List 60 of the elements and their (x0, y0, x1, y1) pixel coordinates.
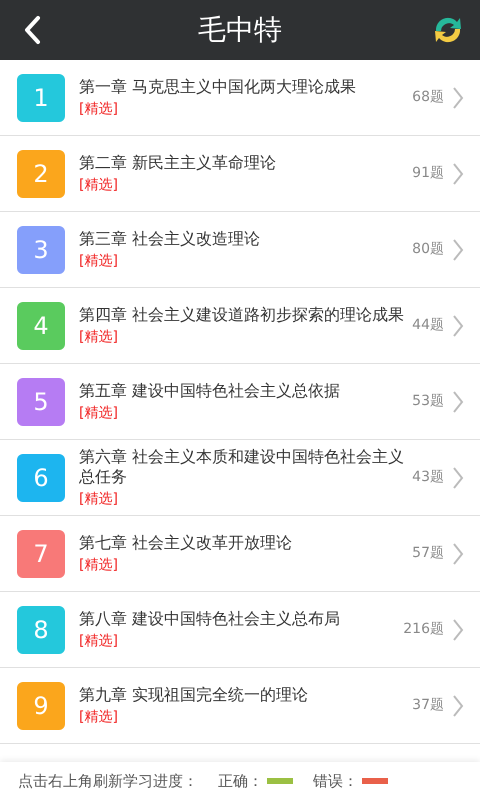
chapter-title: 第五章 建设中国特色社会主义总依据 (79, 380, 342, 400)
question-count: 216题 (403, 620, 444, 639)
question-count: 53题 (412, 392, 444, 411)
question-count: 43题 (412, 468, 444, 487)
correct-legend-swatch (267, 778, 293, 784)
chevron-icon (452, 86, 464, 110)
chapter-title: 第六章 社会主义本质和建设中国特色社会主义总任务 (79, 446, 404, 486)
featured-tag: [精选] (79, 98, 404, 118)
chevron-icon (452, 238, 464, 262)
question-count: 57题 (412, 544, 444, 563)
featured-tag: [精选] (79, 630, 396, 650)
question-count: 91题 (412, 164, 444, 183)
chapter-title: 第二章 新民主主义革命理论 (79, 152, 278, 172)
chevron-icon (452, 694, 464, 718)
question-count: 44题 (412, 316, 444, 335)
page-title: 毛中特 (198, 12, 282, 48)
chapter-title: 第一章 马克思主义中国化两大理论成果 (79, 76, 358, 96)
chapter-title: 第七章 社会主义改革开放理论 (79, 532, 294, 552)
chapter-number: 5 (17, 378, 65, 426)
chevron-icon (452, 314, 464, 338)
chapter-title: 第四章 社会主义建设道路初步探索的理论成果 (79, 304, 404, 324)
wrong-legend-swatch (362, 778, 388, 784)
featured-tag: [精选] (79, 326, 404, 346)
featured-tag: [精选] (79, 706, 404, 726)
chapter-number: 2 (17, 150, 65, 198)
question-count: 68题 (412, 88, 444, 107)
chapter-number: 6 (17, 454, 65, 502)
chevron-icon (452, 618, 464, 642)
correct-label: 正确： (218, 770, 263, 792)
chapter-title: 第三章 社会主义改造理论 (79, 228, 262, 248)
refresh-hint: 点击右上角刷新学习进度： (18, 770, 198, 792)
chevron-icon (452, 390, 464, 414)
chapter-item[interactable]: 3 第三章 社会主义改造理论 [精选] 80题 (0, 212, 480, 288)
back-icon (22, 15, 42, 45)
chevron-icon (452, 542, 464, 566)
chapter-number: 4 (17, 302, 65, 350)
question-count: 80题 (412, 240, 444, 259)
chevron-icon (452, 466, 464, 490)
featured-tag: [精选] (79, 402, 404, 422)
chevron-icon (452, 162, 464, 186)
chapter-number: 9 (17, 682, 65, 730)
chapter-number: 8 (17, 606, 65, 654)
chapter-item[interactable]: 9 第九章 实现祖国完全统一的理论 [精选] 37题 (0, 668, 480, 744)
chapter-item[interactable]: 8 第八章 建设中国特色社会主义总布局 [精选] 216题 (0, 592, 480, 668)
question-count: 37题 (412, 696, 444, 715)
featured-tag: [精选] (79, 174, 404, 194)
chapter-title: 第九章 实现祖国完全统一的理论 (79, 684, 310, 704)
featured-tag: [精选] (79, 554, 404, 574)
chapter-item[interactable]: 5 第五章 建设中国特色社会主义总依据 [精选] 53题 (0, 364, 480, 440)
wrong-label: 错误： (313, 770, 358, 792)
chapter-title: 第八章 建设中国特色社会主义总布局 (79, 608, 342, 628)
chapter-number: 3 (17, 226, 65, 274)
featured-tag: [精选] (79, 250, 404, 270)
chapter-item[interactable]: 1 第一章 马克思主义中国化两大理论成果 [精选] 68题 (0, 60, 480, 136)
chapter-number: 7 (17, 530, 65, 578)
chapter-item[interactable]: 6 第六章 社会主义本质和建设中国特色社会主义总任务 [精选] 43题 (0, 440, 480, 516)
chapter-item[interactable]: 7 第七章 社会主义改革开放理论 [精选] 57题 (0, 516, 480, 592)
chapter-number: 1 (17, 74, 65, 122)
chapter-item[interactable]: 2 第二章 新民主主义革命理论 [精选] 91题 (0, 136, 480, 212)
featured-tag: [精选] (79, 488, 404, 508)
